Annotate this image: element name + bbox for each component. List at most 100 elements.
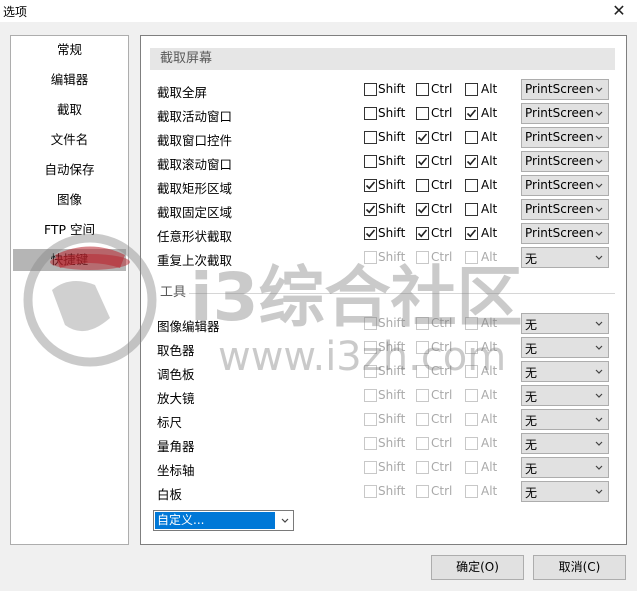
alt-checkbox[interactable]: [465, 251, 478, 264]
ctrl-checkbox[interactable]: [416, 341, 429, 354]
hotkey-key-combo[interactable]: 无: [521, 481, 609, 502]
hotkey-row-label: 截取窗口控件: [157, 133, 233, 148]
nav-item[interactable]: 常规: [12, 39, 127, 61]
shift-label: Shift: [378, 364, 406, 378]
ctrl-checkbox[interactable]: [416, 389, 429, 402]
alt-checkbox[interactable]: [465, 461, 478, 474]
alt-checkbox[interactable]: [465, 131, 478, 144]
shift-label: Shift: [378, 250, 406, 264]
hotkey-row: 截取窗口控件 Shift Ctrl Alt PrintScreen: [141, 126, 626, 150]
shift-checkbox[interactable]: [364, 461, 377, 474]
nav-item[interactable]: 快捷键: [13, 249, 126, 271]
shift-label: Shift: [378, 340, 406, 354]
ctrl-label: Ctrl: [431, 82, 453, 96]
ctrl-checkbox[interactable]: [416, 227, 429, 240]
chevron-down-icon: [595, 135, 603, 140]
hotkey-key-combo[interactable]: 无: [521, 247, 609, 268]
ctrl-checkbox[interactable]: [416, 485, 429, 498]
shift-checkbox[interactable]: [364, 155, 377, 168]
hotkey-row: 白板 Shift Ctrl Alt 无: [141, 480, 626, 504]
ctrl-checkbox[interactable]: [416, 461, 429, 474]
shift-checkbox[interactable]: [364, 83, 377, 96]
ctrl-checkbox[interactable]: [416, 317, 429, 330]
ctrl-checkbox[interactable]: [416, 413, 429, 426]
hotkey-key-combo[interactable]: PrintScreen: [521, 79, 609, 100]
alt-checkbox[interactable]: [465, 341, 478, 354]
ctrl-checkbox[interactable]: [416, 83, 429, 96]
ctrl-checkbox[interactable]: [416, 365, 429, 378]
shift-label: Shift: [378, 436, 406, 450]
hotkey-row-label: 白板: [157, 487, 183, 502]
hotkey-key-combo[interactable]: 无: [521, 385, 609, 406]
ok-button[interactable]: 确定(O): [431, 555, 524, 580]
shift-checkbox[interactable]: [364, 389, 377, 402]
shift-checkbox[interactable]: [364, 107, 377, 120]
hotkey-row-label: 坐标轴: [157, 463, 195, 478]
hotkey-key-combo[interactable]: 无: [521, 313, 609, 334]
shift-checkbox[interactable]: [364, 179, 377, 192]
ctrl-checkbox[interactable]: [416, 251, 429, 264]
shift-checkbox[interactable]: [364, 341, 377, 354]
ctrl-checkbox[interactable]: [416, 131, 429, 144]
custom-hotkey-combo[interactable]: 自定义...: [153, 510, 294, 531]
hotkey-key-value: PrintScreen: [525, 106, 594, 120]
alt-checkbox[interactable]: [465, 365, 478, 378]
hotkey-key-value: 无: [525, 462, 538, 476]
alt-checkbox[interactable]: [465, 485, 478, 498]
hotkey-key-combo[interactable]: 无: [521, 409, 609, 430]
ctrl-checkbox[interactable]: [416, 203, 429, 216]
shift-checkbox[interactable]: [364, 437, 377, 450]
ctrl-checkbox[interactable]: [416, 179, 429, 192]
nav-item[interactable]: 编辑器: [12, 69, 127, 91]
alt-label: Alt: [481, 436, 498, 450]
alt-checkbox[interactable]: [465, 413, 478, 426]
hotkey-key-value: PrintScreen: [525, 178, 594, 192]
alt-checkbox[interactable]: [465, 155, 478, 168]
hotkey-key-combo[interactable]: 无: [521, 361, 609, 382]
hotkey-key-combo[interactable]: 无: [521, 433, 609, 454]
alt-checkbox[interactable]: [465, 227, 478, 240]
alt-checkbox[interactable]: [465, 83, 478, 96]
hotkey-row-label: 图像编辑器: [157, 319, 220, 334]
hotkey-key-value: 无: [525, 438, 538, 452]
title-bar: 选项 ✕: [0, 0, 637, 22]
alt-checkbox[interactable]: [465, 203, 478, 216]
alt-checkbox[interactable]: [465, 179, 478, 192]
ctrl-checkbox[interactable]: [416, 155, 429, 168]
shift-checkbox[interactable]: [364, 317, 377, 330]
shift-checkbox[interactable]: [364, 485, 377, 498]
chevron-down-icon: [595, 417, 603, 422]
hotkey-key-combo[interactable]: 无: [521, 457, 609, 478]
nav-item[interactable]: 文件名: [12, 129, 127, 151]
ctrl-label: Ctrl: [431, 484, 453, 498]
hotkey-key-combo[interactable]: PrintScreen: [521, 127, 609, 148]
alt-label: Alt: [481, 250, 498, 264]
cancel-button[interactable]: 取消(C): [533, 555, 626, 580]
shift-checkbox[interactable]: [364, 203, 377, 216]
close-icon[interactable]: ✕: [607, 0, 631, 22]
alt-label: Alt: [481, 106, 498, 120]
nav-item[interactable]: FTP 空间: [12, 219, 127, 241]
hotkey-key-combo[interactable]: PrintScreen: [521, 103, 609, 124]
hotkey-key-combo[interactable]: PrintScreen: [521, 199, 609, 220]
hotkey-key-combo[interactable]: PrintScreen: [521, 223, 609, 244]
alt-checkbox[interactable]: [465, 437, 478, 450]
ctrl-checkbox[interactable]: [416, 437, 429, 450]
shift-checkbox[interactable]: [364, 251, 377, 264]
shift-checkbox[interactable]: [364, 413, 377, 426]
alt-label: Alt: [481, 178, 498, 192]
nav-item[interactable]: 截取: [12, 99, 127, 121]
alt-checkbox[interactable]: [465, 317, 478, 330]
shift-checkbox[interactable]: [364, 365, 377, 378]
alt-checkbox[interactable]: [465, 107, 478, 120]
shift-checkbox[interactable]: [364, 131, 377, 144]
nav-item[interactable]: 图像: [12, 189, 127, 211]
hotkey-row: 截取固定区域 Shift Ctrl Alt PrintScreen: [141, 198, 626, 222]
shift-checkbox[interactable]: [364, 227, 377, 240]
ctrl-checkbox[interactable]: [416, 107, 429, 120]
nav-item[interactable]: 自动保存: [12, 159, 127, 181]
hotkey-key-combo[interactable]: 无: [521, 337, 609, 358]
hotkey-key-combo[interactable]: PrintScreen: [521, 151, 609, 172]
alt-checkbox[interactable]: [465, 389, 478, 402]
hotkey-key-combo[interactable]: PrintScreen: [521, 175, 609, 196]
